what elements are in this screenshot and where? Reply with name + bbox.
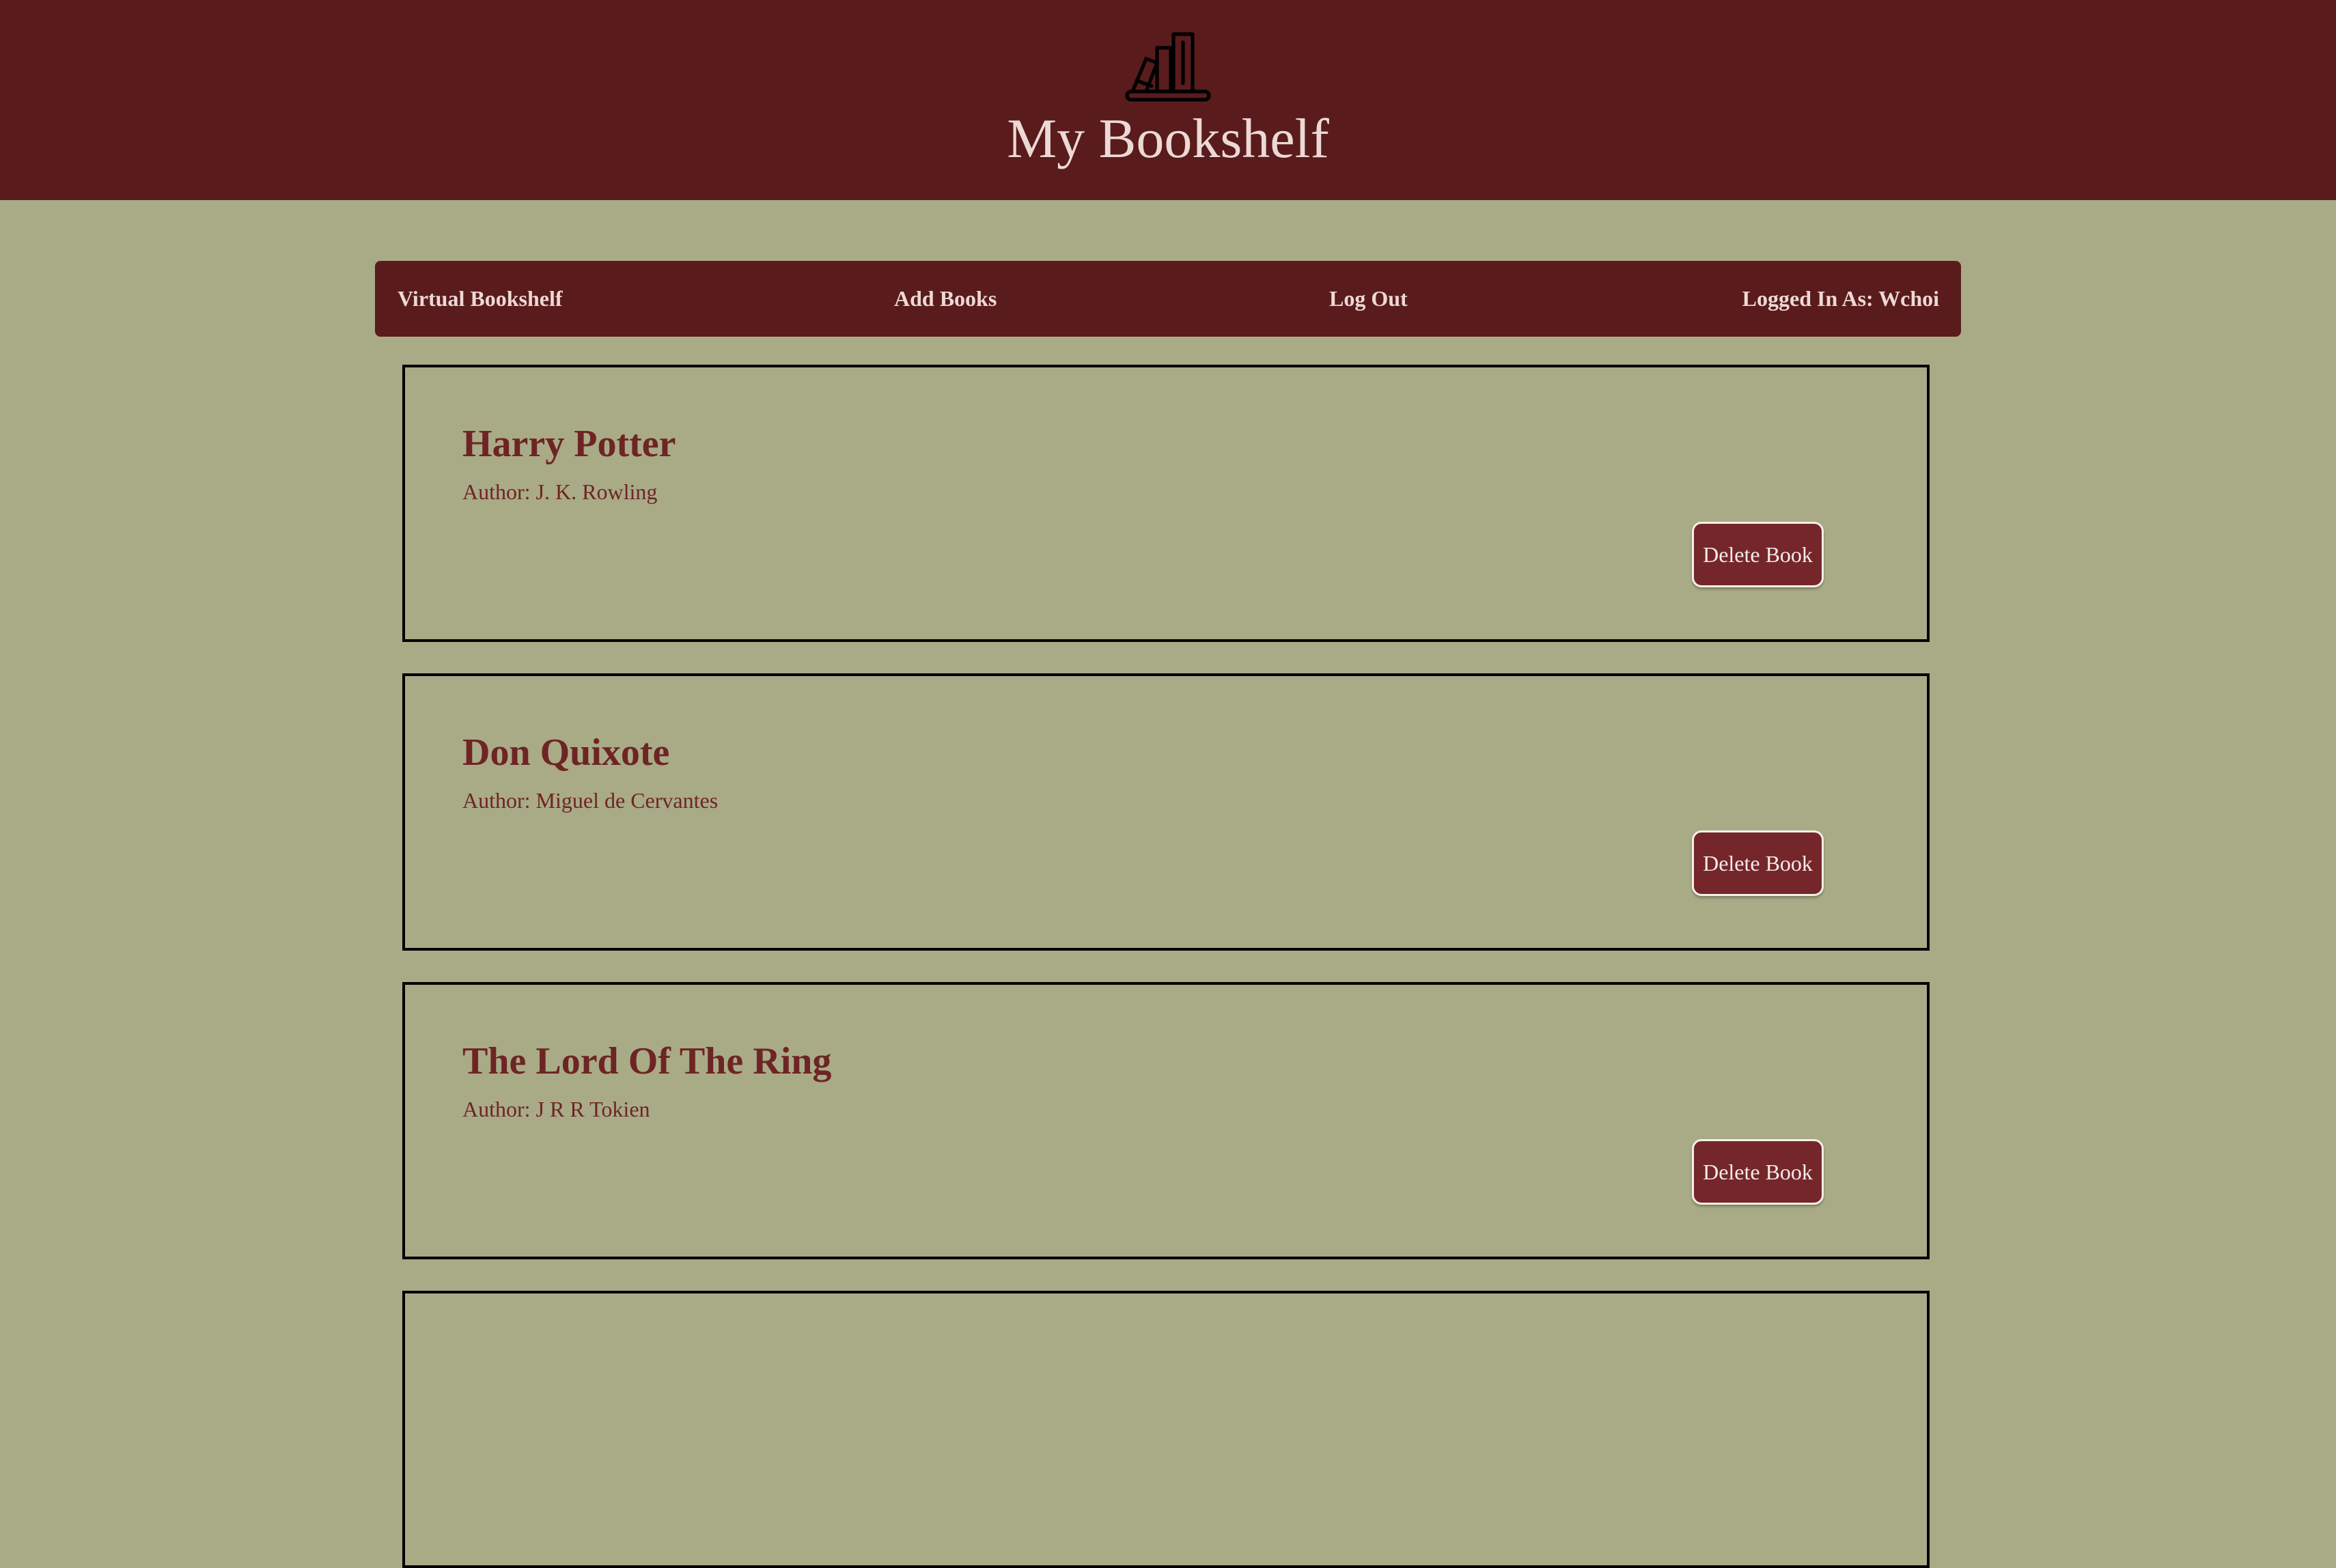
author-prefix: Author: <box>462 479 531 504</box>
book-title: Harry Potter <box>462 423 676 465</box>
book-author: Author: J. K. Rowling <box>462 479 657 505</box>
author-prefix: Author: <box>462 788 531 813</box>
main-nav: Virtual Bookshelf Add Books Log Out Logg… <box>375 261 1961 337</box>
author-prefix: Author: <box>462 1097 531 1121</box>
book-author: Author: J R R Tokien <box>462 1097 650 1122</box>
site-header: My Bookshelf <box>0 0 2336 200</box>
author-name: J R R Tokien <box>536 1097 650 1121</box>
site-title: My Bookshelf <box>1007 107 1329 169</box>
book-card: Don Quixote Author: Miguel de Cervantes D… <box>402 673 1930 951</box>
delete-book-button[interactable]: Delete Book <box>1692 522 1824 587</box>
book-title: The Lord Of The Ring <box>462 1040 832 1082</box>
book-author: Author: Miguel de Cervantes <box>462 788 718 813</box>
delete-book-button[interactable]: Delete Book <box>1692 1139 1824 1205</box>
logged-in-user-label: Logged In As: Wchoi <box>1742 286 1939 311</box>
book-card-partial <box>402 1291 1930 1568</box>
book-card: The Lord Of The Ring Author: J R R Tokien… <box>402 982 1930 1259</box>
nav-log-out-link[interactable]: Log Out <box>1329 261 1408 337</box>
nav-virtual-bookshelf-link[interactable]: Virtual Bookshelf <box>398 261 563 337</box>
book-card: Harry Potter Author: J. K. Rowling Delete… <box>402 365 1930 642</box>
author-name: J. K. Rowling <box>536 479 658 504</box>
author-name: Miguel de Cervantes <box>536 788 719 813</box>
book-title: Don Quixote <box>462 731 670 774</box>
delete-book-button[interactable]: Delete Book <box>1692 830 1824 896</box>
bookshelf-icon <box>1125 32 1211 102</box>
nav-add-books-link[interactable]: Add Books <box>894 261 997 337</box>
